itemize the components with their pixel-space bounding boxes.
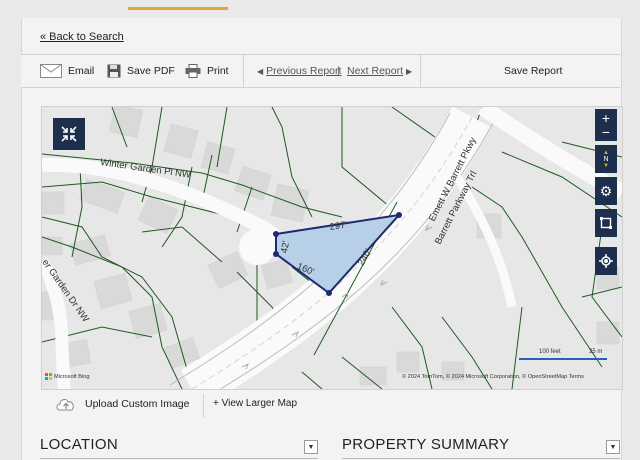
print-button[interactable]: Print <box>185 55 229 87</box>
location-toggle[interactable]: ▼ <box>304 440 318 454</box>
back-to-search-link[interactable]: « Back to Search <box>40 31 124 43</box>
upload-custom-image-label: Upload Custom Image <box>85 398 190 410</box>
zoom-in-button[interactable]: + <box>602 111 610 125</box>
triangle-right-icon: ▶ <box>406 66 413 76</box>
compass-button[interactable]: ▲ N ▼ <box>595 145 617 173</box>
collapse-view-button[interactable] <box>53 118 85 150</box>
save-report-button[interactable]: Save Report <box>504 55 562 87</box>
active-tab-indicator <box>128 7 228 10</box>
save-pdf-button[interactable]: Save PDF <box>107 55 175 87</box>
zoom-control: + − <box>595 109 617 141</box>
report-toolbar: Email Save PDF Print ◀ Previous Report |… <box>21 54 620 88</box>
top-tab-bar <box>0 0 640 20</box>
gear-icon: ⚙ <box>599 182 613 199</box>
floppy-disk-icon <box>107 64 121 78</box>
map-actions-divider <box>203 394 204 418</box>
print-label: Print <box>207 65 229 77</box>
previous-report-label: Previous Report <box>266 65 342 77</box>
chevron-down-icon: ▼ <box>609 443 617 451</box>
microsoft-logo-icon <box>45 373 52 380</box>
crosshair-icon <box>599 254 613 268</box>
printer-icon <box>185 64 201 78</box>
compass-label: N <box>603 155 609 163</box>
scale-meters: 25 m <box>589 349 603 355</box>
next-report-link[interactable]: Next Report ▶ <box>347 55 412 87</box>
nav-divider: | <box>337 65 340 77</box>
previous-report-link[interactable]: ◀ Previous Report <box>257 55 341 87</box>
lot-dim-left: 42' <box>279 240 292 254</box>
scale-bar-meters <box>579 358 607 360</box>
bing-logo: Microsoft Bing <box>45 373 89 380</box>
map-scale: 100 feet 25 m <box>519 349 609 365</box>
property-summary-heading: PROPERTY SUMMARY <box>342 436 510 453</box>
triangle-left-icon: ◀ <box>257 66 264 76</box>
property-map[interactable]: 297' 42' 160' 240' Winter Garden Pl NW e… <box>41 106 623 390</box>
locate-me-button[interactable] <box>595 247 617 275</box>
bing-logo-text: Microsoft Bing <box>54 373 90 380</box>
email-button[interactable]: Email <box>40 55 94 87</box>
compress-arrows-icon <box>61 126 77 142</box>
upload-custom-image-button[interactable]: Upload Custom Image <box>55 396 189 412</box>
email-label: Email <box>68 65 95 77</box>
zoom-out-button[interactable]: − <box>602 125 610 139</box>
location-underline <box>40 458 318 459</box>
envelope-icon <box>40 64 62 78</box>
scale-bar <box>519 358 579 360</box>
map-actions: Upload Custom Image + View Larger Map <box>41 390 621 420</box>
scale-feet: 100 feet <box>539 349 561 355</box>
save-report-label: Save Report <box>504 65 563 77</box>
property-summary-toggle[interactable]: ▼ <box>606 440 620 454</box>
location-heading: LOCATION <box>40 436 118 453</box>
toolbar-divider <box>420 55 421 87</box>
map-base: 297' 42' 160' 240' Winter Garden Pl NW e… <box>42 107 622 389</box>
chevron-down-icon: ▼ <box>307 443 315 451</box>
select-area-button[interactable] <box>595 209 617 237</box>
save-pdf-label: Save PDF <box>127 65 175 77</box>
property-summary-underline <box>342 458 620 459</box>
toolbar-divider <box>243 55 244 87</box>
view-larger-map-link[interactable]: + View Larger Map <box>213 398 297 409</box>
cloud-upload-icon <box>56 399 74 411</box>
select-box-icon <box>600 217 612 229</box>
map-settings-button[interactable]: ⚙ <box>595 177 617 205</box>
next-report-label: Next Report <box>347 65 404 77</box>
compass-down-icon: ▼ <box>603 162 609 169</box>
map-attribution[interactable]: © 2024 TomTom, © 2024 Microsoft Corporat… <box>402 374 584 380</box>
